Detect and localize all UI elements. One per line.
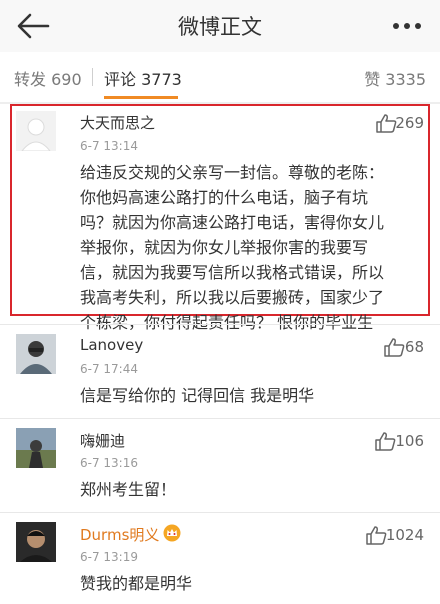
comment-text: 赞我的都是明华 <box>80 574 193 593</box>
thumbs-up-icon[interactable] <box>383 337 405 357</box>
user-photo-avatar <box>16 428 56 468</box>
comment-divider <box>0 512 440 513</box>
avatar[interactable] <box>16 522 56 562</box>
comment-username[interactable]: Durms明义 <box>80 524 159 545</box>
tab-repost[interactable]: 转发 690 <box>14 66 82 90</box>
tab-comments[interactable]: 评论 3773 <box>104 66 182 90</box>
default-avatar-icon <box>16 111 56 151</box>
active-tab-indicator <box>104 96 178 99</box>
more-dots-icon[interactable] <box>392 14 422 38</box>
like-count: 106 <box>395 432 424 450</box>
comment-username[interactable]: 大天而思之 <box>80 112 155 133</box>
tab-bar: 转发 690 评论 3773 赞 3335 <box>0 52 440 102</box>
thumbs-up-icon[interactable] <box>375 113 397 133</box>
like-count: 1024 <box>385 526 424 544</box>
page-title: 微博正文 <box>178 15 262 39</box>
user-photo-avatar <box>16 334 56 374</box>
top-bar: 微博正文 <box>0 0 440 53</box>
comment-time: 6-7 13:19 <box>80 550 138 564</box>
like-count: 269 <box>395 114 424 132</box>
thumbs-up-icon[interactable] <box>365 525 387 545</box>
avatar[interactable] <box>16 111 56 151</box>
comment-text: 给违反交规的父亲写一封信。尊敬的老陈： 你他妈高速公路打的什么电话，脑子有坑 吗… <box>80 163 385 332</box>
comment-time: 6-7 17:44 <box>80 362 138 376</box>
avatar[interactable] <box>16 334 56 374</box>
comment-divider <box>0 324 440 325</box>
comment-text: 郑州考生留！ <box>80 480 177 499</box>
avatar[interactable] <box>16 428 56 468</box>
tab-separator <box>92 68 93 86</box>
comment-text: 信是写给你的 记得回信 我是明华 <box>80 386 315 405</box>
tab-likes[interactable]: 赞 3335 <box>364 66 426 90</box>
comment-username[interactable]: 嗨姗迪 <box>80 430 125 451</box>
user-photo-avatar <box>16 522 56 562</box>
comment-time: 6-7 13:14 <box>80 139 138 153</box>
vip-crown-icon <box>163 524 181 542</box>
thumbs-up-icon[interactable] <box>374 431 396 451</box>
comment-divider <box>0 418 440 419</box>
comment-username[interactable]: Lanovey <box>80 336 143 354</box>
comment-time: 6-7 13:16 <box>80 456 138 470</box>
like-count: 68 <box>404 338 424 356</box>
